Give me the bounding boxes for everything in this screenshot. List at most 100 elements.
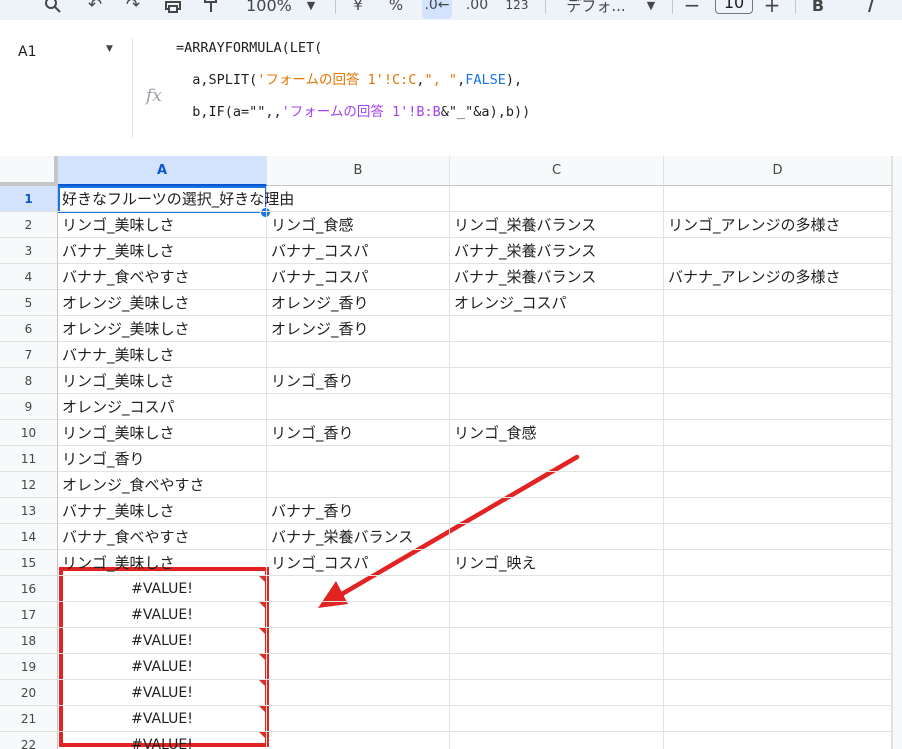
table-cell[interactable]: リンゴ_アレンジの多様さ <box>664 212 892 238</box>
table-cell[interactable] <box>664 290 892 316</box>
formula-input[interactable]: =ARRAYFORMULA(LET( a,SPLIT('フォームの回答 1'!C… <box>172 38 892 142</box>
table-cell[interactable]: リンゴ_食感 <box>267 212 450 238</box>
row-header[interactable]: 2 <box>0 212 58 238</box>
increase-font-size-icon[interactable]: + <box>760 0 784 19</box>
table-cell[interactable] <box>267 732 450 749</box>
table-cell[interactable]: オレンジ_コスパ <box>58 394 267 420</box>
table-cell[interactable] <box>450 706 664 732</box>
table-cell[interactable] <box>267 446 450 472</box>
table-cell[interactable] <box>664 654 892 680</box>
table-cell[interactable] <box>664 368 892 394</box>
table-cell[interactable] <box>267 602 450 628</box>
row-header[interactable]: 14 <box>0 524 58 550</box>
paint-format-icon[interactable] <box>198 0 224 19</box>
table-cell[interactable]: バナナ_食べやすさ <box>58 264 267 290</box>
row-header[interactable]: 3 <box>0 238 58 264</box>
row-header[interactable]: 22 <box>0 732 58 749</box>
table-cell[interactable]: リンゴ_美味しさ <box>58 212 267 238</box>
name-box[interactable]: A1 <box>18 44 36 60</box>
table-cell[interactable] <box>664 602 892 628</box>
table-cell[interactable] <box>664 732 892 749</box>
table-cell[interactable] <box>450 576 664 602</box>
select-all-corner[interactable] <box>0 156 58 186</box>
error-cell[interactable]: #VALUE! <box>58 732 267 749</box>
undo-icon[interactable]: ↶ <box>82 0 108 19</box>
number-format-button[interactable]: 123 <box>504 0 530 19</box>
row-header[interactable]: 20 <box>0 680 58 706</box>
table-cell[interactable] <box>450 524 664 550</box>
italic-icon[interactable] <box>856 0 886 19</box>
column-header-d[interactable]: D <box>664 156 892 186</box>
decrease-font-size-icon[interactable]: − <box>680 0 704 19</box>
row-header[interactable]: 11 <box>0 446 58 472</box>
table-cell[interactable]: リンゴ_映え <box>450 550 664 576</box>
error-cell[interactable]: #VALUE! <box>58 706 267 732</box>
table-cell[interactable] <box>664 498 892 524</box>
table-cell[interactable] <box>664 628 892 654</box>
table-cell[interactable] <box>664 186 892 212</box>
table-cell[interactable] <box>664 706 892 732</box>
decrease-decimal-icon[interactable]: .0← <box>422 0 452 19</box>
table-cell[interactable] <box>450 186 664 212</box>
error-cell[interactable]: #VALUE! <box>58 680 267 706</box>
zoom-chevron-down-icon[interactable]: ▼ <box>302 0 320 19</box>
table-cell[interactable] <box>664 472 892 498</box>
row-header[interactable]: 5 <box>0 290 58 316</box>
table-cell[interactable]: バナナ_美味しさ <box>58 238 267 264</box>
row-header[interactable]: 8 <box>0 368 58 394</box>
table-cell[interactable] <box>267 472 450 498</box>
row-header[interactable]: 16 <box>0 576 58 602</box>
table-cell[interactable] <box>664 680 892 706</box>
error-cell[interactable]: #VALUE! <box>58 654 267 680</box>
table-cell[interactable]: バナナ_コスパ <box>267 264 450 290</box>
column-header-b[interactable]: B <box>267 156 450 186</box>
table-cell[interactable] <box>267 342 450 368</box>
font-size-input[interactable]: 10 <box>715 0 753 14</box>
table-cell[interactable] <box>450 368 664 394</box>
table-cell[interactable]: オレンジ_美味しさ <box>58 316 267 342</box>
table-cell[interactable]: オレンジ_香り <box>267 290 450 316</box>
error-cell[interactable]: #VALUE! <box>58 602 267 628</box>
table-cell[interactable]: バナナ_栄養バランス <box>267 524 450 550</box>
error-cell[interactable]: #VALUE! <box>58 628 267 654</box>
row-header[interactable]: 15 <box>0 550 58 576</box>
print-icon[interactable] <box>160 0 186 19</box>
table-cell[interactable] <box>664 316 892 342</box>
table-cell[interactable]: オレンジ_コスパ <box>450 290 664 316</box>
table-cell[interactable] <box>450 316 664 342</box>
table-cell[interactable] <box>267 680 450 706</box>
table-cell[interactable] <box>450 472 664 498</box>
row-header[interactable]: 17 <box>0 602 58 628</box>
table-cell[interactable]: バナナ_美味しさ <box>58 498 267 524</box>
table-cell[interactable]: リンゴ_美味しさ <box>58 420 267 446</box>
zoom-select[interactable]: 100% <box>244 0 294 19</box>
column-header-c[interactable]: C <box>450 156 664 186</box>
table-cell[interactable]: バナナ_美味しさ <box>58 342 267 368</box>
table-cell[interactable]: バナナ_食べやすさ <box>58 524 267 550</box>
table-cell[interactable] <box>450 680 664 706</box>
table-cell[interactable] <box>664 550 892 576</box>
table-cell[interactable]: オレンジ_食べやすさ <box>58 472 267 498</box>
table-cell[interactable] <box>450 654 664 680</box>
search-menus-icon[interactable] <box>40 0 66 19</box>
table-cell[interactable] <box>664 420 892 446</box>
table-cell[interactable]: オレンジ_美味しさ <box>58 290 267 316</box>
row-header[interactable]: 21 <box>0 706 58 732</box>
row-header[interactable]: 6 <box>0 316 58 342</box>
table-cell[interactable]: リンゴ_美味しさ <box>58 550 267 576</box>
table-cell[interactable] <box>664 576 892 602</box>
row-header[interactable]: 19 <box>0 654 58 680</box>
currency-format-button[interactable]: ¥ <box>348 0 368 19</box>
name-box-chevron-down-icon[interactable]: ▼ <box>106 44 113 54</box>
redo-icon[interactable]: ↷ <box>120 0 146 19</box>
table-cell[interactable]: リンゴ_香り <box>58 446 267 472</box>
table-cell[interactable] <box>664 524 892 550</box>
table-cell[interactable]: バナナ_香り <box>267 498 450 524</box>
table-cell[interactable] <box>267 654 450 680</box>
table-cell[interactable]: オレンジ_香り <box>267 316 450 342</box>
table-cell[interactable] <box>450 342 664 368</box>
percent-format-button[interactable]: % <box>386 0 406 19</box>
table-cell[interactable] <box>450 602 664 628</box>
table-cell[interactable]: バナナ_コスパ <box>267 238 450 264</box>
table-cell[interactable]: 好きなフルーツの選択_好きな理由 <box>58 186 294 212</box>
